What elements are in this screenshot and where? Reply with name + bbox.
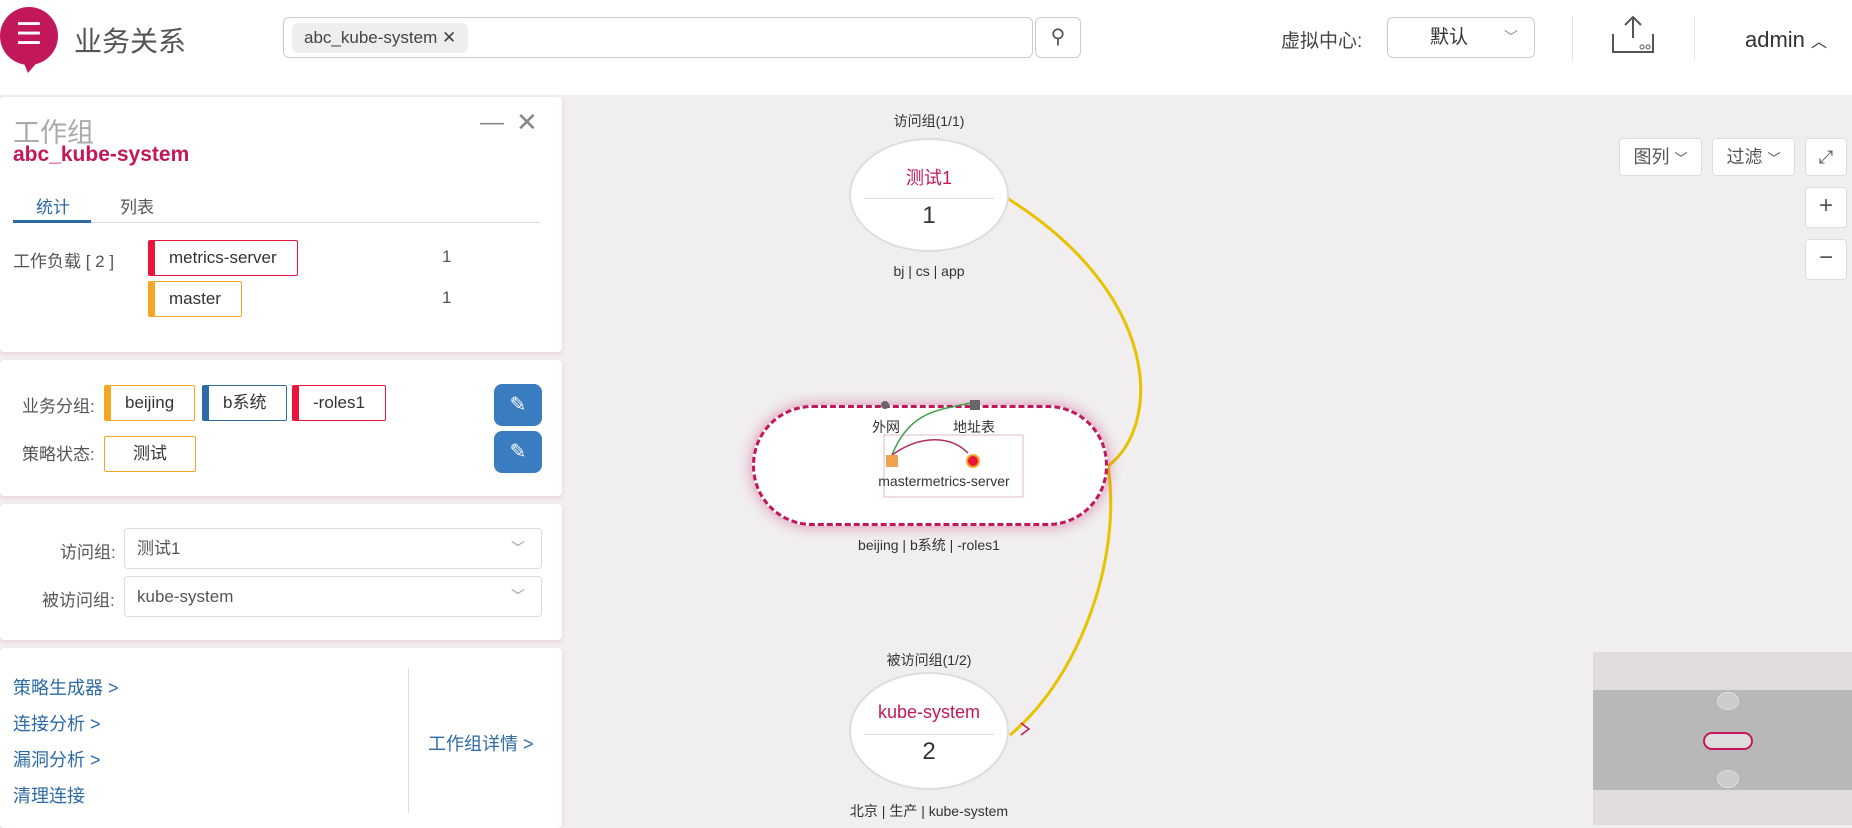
tab-indicator [13, 220, 91, 223]
vc-value: 默认 [1430, 27, 1469, 48]
minimap-node [1717, 692, 1739, 710]
fullscreen-button[interactable]: ⤢ [1805, 138, 1847, 176]
app-title: 业务关系 [74, 26, 187, 57]
visited-value: kube-system [137, 587, 234, 606]
legend-button[interactable]: 图列 ﹀ [1619, 138, 1702, 176]
bottom-node-tags: 北京 | 生产 | kube-system [849, 803, 1009, 819]
detail-link[interactable]: 工作组详情 > [428, 730, 534, 756]
vc-select[interactable]: 默认 ﹀ [1387, 17, 1535, 58]
cleanup-link[interactable]: 清理连接 [13, 782, 85, 808]
search-icon: ⚲ [1050, 26, 1066, 48]
metrics-server-icon [966, 454, 980, 468]
vc-label: 虚拟中心: [1281, 31, 1363, 52]
close-icon[interactable]: ✕ [516, 107, 538, 138]
upload-icon[interactable] [1608, 14, 1658, 56]
biz-tag: beijing [104, 385, 196, 421]
tab-divider [13, 222, 541, 223]
visited-select[interactable]: kube-system ﹀ [124, 576, 542, 617]
minus-icon: − [1818, 244, 1833, 271]
filter-button[interactable]: 过滤 ﹀ [1712, 138, 1795, 176]
chevron-down-icon: ﹀ [1674, 151, 1688, 166]
search-input[interactable]: abc_kube-system ✕ [283, 17, 1033, 58]
bottom-node-name: kube-system [877, 702, 981, 722]
top-node-tags: bj | cs | app [893, 263, 965, 279]
filter-label: 过滤 [1726, 147, 1763, 167]
chip-close-icon[interactable]: ✕ [442, 28, 456, 47]
chevron-down-icon: ﹀ [1504, 29, 1518, 45]
workgroup-tags: beijing | b系统 | -roles1 [858, 537, 1000, 553]
plus-icon: + [1818, 192, 1833, 219]
chip-label: abc_kube-system [304, 28, 438, 47]
groups-card: 业务分组: beijing b系统 -roles1 ✎ 策略状态: 测试 ✎ [0, 360, 562, 496]
ext-node-label: 外网 [872, 419, 900, 435]
chevron-up-icon: ︿ [1811, 34, 1828, 51]
edit-biz-button[interactable]: ✎ [494, 384, 542, 426]
cloud-icon [881, 401, 889, 409]
bottom-node-count: 2 [922, 738, 936, 765]
edge-line [891, 439, 969, 456]
zoom-out-button[interactable]: − [1805, 239, 1847, 280]
bottom-node[interactable] [849, 672, 1009, 790]
ext-node-label: 地址表 [953, 419, 995, 435]
tab-stats[interactable]: 统计 [36, 193, 70, 218]
vuln-analysis-link[interactable]: 漏洞分析 > [13, 746, 101, 772]
legend-label: 图列 [1633, 147, 1670, 167]
divider [1572, 16, 1573, 60]
header: ☰ 业务关系 abc_kube-system ✕ ⚲ 虚拟中心: 默认 ﹀ adm… [0, 0, 1852, 95]
workload-label: 工作负载 [ 2 ] [13, 252, 115, 271]
policy-tag: 测试 [104, 436, 196, 472]
workload-count: 1 [442, 288, 452, 307]
policy-generator-link[interactable]: 策略生成器 > [13, 674, 119, 700]
biz-tag: -roles1 [292, 385, 386, 421]
arrow-icon [1020, 722, 1031, 736]
user-menu[interactable]: admin ︿ [1745, 27, 1827, 53]
biz-tag: b系统 [202, 385, 288, 421]
chevron-down-icon: ﹀ [511, 540, 525, 556]
workgroup-card: 工作组 abc_kube-system — ✕ 统计 列表 工作负载 [ 2 ]… [0, 97, 562, 352]
search-chip: abc_kube-system ✕ [292, 23, 469, 53]
workgroup-name: abc_kube-system [13, 143, 190, 166]
top-node[interactable] [849, 138, 1009, 252]
divider [864, 198, 994, 199]
top-node-count: 1 [922, 202, 936, 229]
minimap-node [1703, 732, 1753, 750]
divider [864, 734, 994, 735]
divider [1694, 16, 1695, 60]
chevron-down-icon: ﹀ [511, 588, 525, 604]
master-icon [886, 455, 898, 467]
chevron-down-icon: ﹀ [1767, 151, 1781, 166]
minimap[interactable] [1593, 652, 1852, 825]
policy-label: 策略状态: [22, 445, 95, 464]
expand-icon: ⤢ [1818, 147, 1834, 167]
bottom-node-caption: 被访问组(1/2) [886, 652, 972, 668]
minimap-node [1717, 770, 1739, 788]
search-button[interactable]: ⚲ [1035, 17, 1081, 58]
edit-policy-button[interactable]: ✎ [494, 431, 542, 473]
table-icon [970, 400, 980, 410]
visit-value: 测试1 [137, 539, 181, 558]
minimize-icon[interactable]: — [480, 109, 504, 137]
tab-list[interactable]: 列表 [120, 193, 154, 218]
top-node-caption: 访问组(1/1) [893, 113, 965, 129]
pencil-icon: ✎ [509, 441, 527, 463]
top-node-name: 测试1 [905, 168, 953, 188]
workload-labels: mastermetrics-server [878, 473, 1010, 489]
visit-label: 访问组: [60, 543, 116, 562]
workload-tag[interactable]: metrics-server [148, 240, 298, 276]
connection-analysis-link[interactable]: 连接分析 > [13, 710, 101, 736]
visit-select[interactable]: 测试1 ﹀ [124, 528, 542, 569]
workload-count: 1 [442, 247, 452, 266]
workload-tag[interactable]: master [148, 281, 242, 317]
username: admin [1745, 27, 1805, 52]
pencil-icon: ✎ [509, 394, 527, 416]
divider [408, 668, 409, 813]
visited-label: 被访问组: [42, 591, 115, 610]
biz-group-label: 业务分组: [22, 397, 95, 416]
inner-graph [881, 400, 1024, 498]
menu-button[interactable]: ☰ [0, 7, 58, 73]
access-card: 访问组: 测试1 ﹀ 被访问组: kube-system ﹀ [0, 504, 562, 640]
links-card: 策略生成器 > 连接分析 > 漏洞分析 > 清理连接 工作组详情 > [0, 648, 562, 828]
zoom-in-button[interactable]: + [1805, 187, 1847, 228]
